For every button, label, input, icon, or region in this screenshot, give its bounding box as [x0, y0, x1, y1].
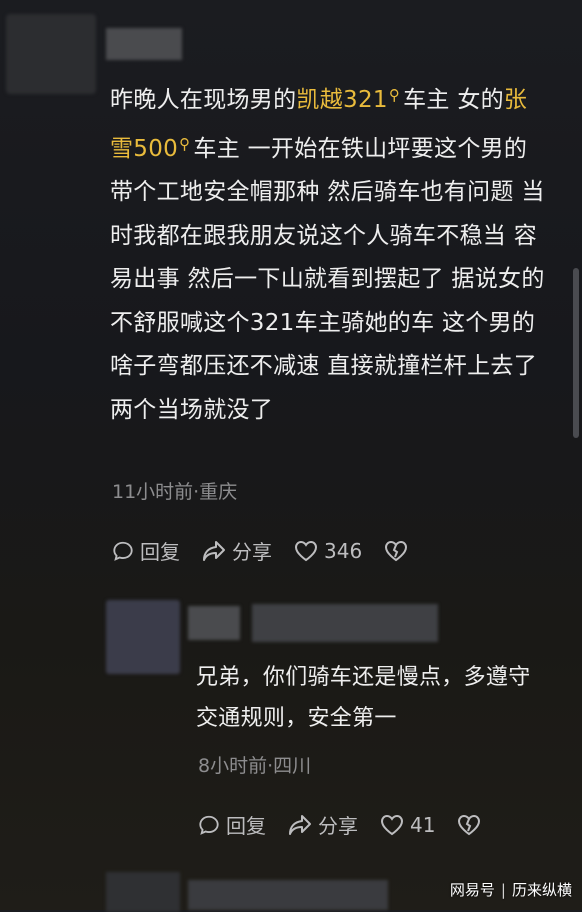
heart-icon: [380, 814, 404, 835]
search-keyword-link[interactable]: 凯越321: [296, 87, 387, 113]
watermark-author: 历来纵横: [511, 881, 572, 899]
reply-icon: [113, 541, 133, 561]
share-icon: [203, 540, 225, 561]
comment-text-part: 车主 一开始在铁山坪要这个男的带个工地安全帽那种 然后骑车也有问题 当时我都在跟…: [110, 135, 545, 423]
share-icon: [289, 814, 311, 835]
search-icon[interactable]: ⚲: [389, 86, 400, 104]
reply-text: 兄弟，你们骑车还是慢点，多遵守交通规则，安全第一: [196, 665, 531, 731]
broken-heart-icon: [458, 814, 481, 835]
like-button[interactable]: 41: [380, 813, 435, 837]
reply-username[interactable]: [188, 606, 240, 640]
reply-icon: [199, 815, 219, 835]
reply-label: 回复: [226, 814, 266, 838]
reply-button[interactable]: 回复: [198, 810, 266, 839]
username[interactable]: [106, 28, 182, 60]
reply-button[interactable]: 回复: [112, 536, 180, 565]
comment-text-part: 车主 女的: [403, 87, 504, 113]
share-label: 分享: [232, 540, 272, 564]
watermark-divider: |: [500, 880, 506, 899]
reply-target-username[interactable]: [252, 604, 438, 642]
like-button[interactable]: 346: [294, 539, 362, 563]
scrollbar[interactable]: [573, 268, 579, 438]
comment-actions: 回复 分享 346: [112, 536, 436, 565]
share-button[interactable]: 分享: [288, 810, 358, 839]
next-reply-avatar[interactable]: [106, 872, 180, 912]
watermark-brand: 网易号: [449, 881, 495, 899]
reply-label: 回复: [140, 540, 180, 564]
next-reply-username[interactable]: [188, 880, 388, 910]
reply-avatar[interactable]: [106, 600, 180, 674]
broken-heart-icon: [385, 540, 408, 561]
heart-icon: [294, 540, 318, 561]
comment-text: 昨晚人在现场男的凯越321⚲ 车主 女的张雪500⚲ 车主 一开始在铁山坪要这个男的…: [110, 74, 550, 432]
dislike-button[interactable]: [457, 814, 487, 836]
reply-actions: 回复 分享 41: [198, 810, 509, 839]
reply-meta: 8小时前·四川: [198, 755, 312, 777]
like-count: 41: [410, 812, 436, 837]
comment-text-part: 昨晚人在现场男的: [110, 87, 297, 113]
search-icon[interactable]: ⚲: [179, 135, 190, 153]
watermark: 网易号 | 历来纵横: [450, 879, 572, 900]
like-count: 346: [324, 538, 363, 563]
dislike-button[interactable]: [384, 540, 414, 562]
share-button[interactable]: 分享: [202, 536, 272, 565]
comment-meta: 11小时前·重庆: [112, 481, 238, 503]
share-label: 分享: [318, 814, 358, 838]
avatar[interactable]: [6, 14, 96, 94]
